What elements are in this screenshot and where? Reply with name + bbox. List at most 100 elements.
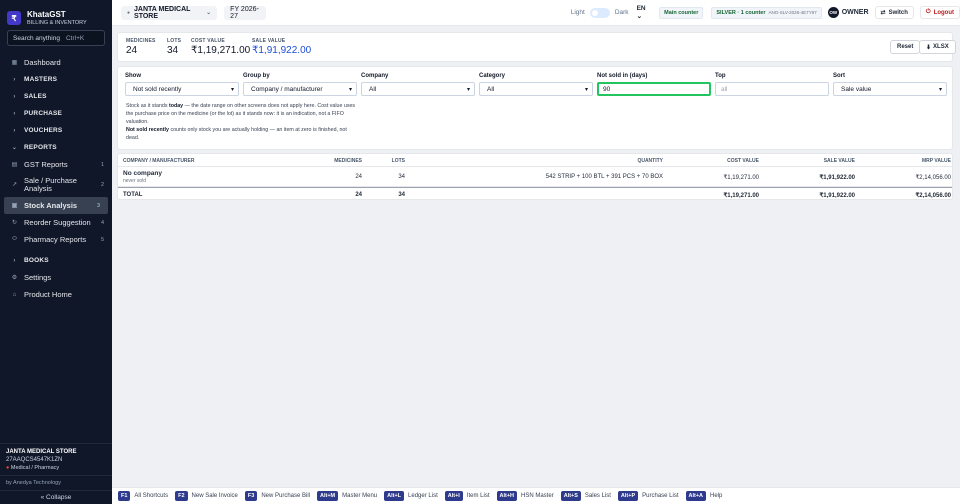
sidebar-item-pharmacy-reports[interactable]: ⬭ Pharmacy Reports 5 xyxy=(0,231,112,248)
sidebar-item-stock-analysis[interactable]: ▣ Stock Analysis 3 xyxy=(4,197,108,214)
grid-icon: ▦ xyxy=(11,60,18,66)
rupee-logo-icon: ₹ xyxy=(7,11,21,25)
select-value: Sale value xyxy=(841,85,872,93)
sidebar-item-product-home[interactable]: ⌂ Product Home xyxy=(0,286,112,303)
chevron-down-icon: ▾ xyxy=(466,86,470,93)
medicines-cell: 24 xyxy=(355,174,362,180)
sidebar-section-books[interactable]: › BOOKS xyxy=(0,252,112,269)
shortcut-key: Alt+H xyxy=(496,491,518,501)
sidebar-item-label: REPORTS xyxy=(24,144,57,151)
sidebar-item-gst-reports[interactable]: ▤ GST Reports 1 xyxy=(0,156,112,173)
sort-select[interactable]: Sale value ▾ xyxy=(833,82,947,96)
shortcut-new-sale-invoice[interactable]: F2 New Sale Invoice xyxy=(175,491,238,501)
column-header[interactable]: MEDICINES xyxy=(334,158,362,164)
document-icon: ▤ xyxy=(11,162,18,168)
help-text-part: Stock as it stands xyxy=(126,103,169,109)
reset-button[interactable]: Reset xyxy=(890,40,921,54)
column-header[interactable]: COMPANY / MANUFACTURER xyxy=(123,158,194,164)
stat-label: SALE VALUE xyxy=(252,38,286,44)
sidebar-item-settings[interactable]: ⚙ Settings xyxy=(0,269,112,286)
switch-button[interactable]: ⇄ Switch xyxy=(874,6,914,19)
total-sale: ₹1,91,922.00 xyxy=(819,192,855,199)
stat-value: 24 xyxy=(126,45,138,56)
collapse-button[interactable]: « Collapse xyxy=(0,490,112,504)
select-value: Not sold recently xyxy=(133,85,182,93)
shortcut-ledger-list[interactable]: Alt+L Ledger List xyxy=(384,491,438,501)
search-placeholder: Search anything xyxy=(13,34,60,42)
dot-icon: ● xyxy=(127,9,131,16)
sidebar-nav: ▦ Dashboard › MASTERS › SALES › PURCHASE… xyxy=(0,54,112,303)
sidebar-footer: JANTA MEDICAL STORE 27AAQCS4547K1ZN ● Me… xyxy=(0,443,112,504)
sidebar-item-label: Stock Analysis xyxy=(24,201,78,210)
search-input[interactable]: Search anything Ctrl+K xyxy=(7,30,105,46)
shortcut-purchase-list[interactable]: Alt+P Purchase List xyxy=(617,491,679,501)
sidebar-item-reorder-suggestion[interactable]: ↻ Reorder Suggestion 4 xyxy=(0,214,112,231)
show-select[interactable]: Not sold recently ▾ xyxy=(125,82,239,96)
store-type: Medical / Pharmacy xyxy=(10,465,60,471)
category-select[interactable]: All ▾ xyxy=(479,82,593,96)
table-header: COMPANY / MANUFACTURER MEDICINES LOTS QU… xyxy=(118,154,952,167)
shortcut-label: HSN Master xyxy=(521,493,554,499)
column-header[interactable]: QUANTITY xyxy=(637,158,663,164)
sidebar-section-purchase[interactable]: › PURCHASE xyxy=(0,105,112,122)
sidebar-section-masters[interactable]: › MASTERS xyxy=(0,71,112,88)
language-selector[interactable]: EN ⌄ xyxy=(637,5,652,20)
shortcut-all[interactable]: F1 All Shortcuts xyxy=(118,491,168,501)
shortcut-key: Alt+P xyxy=(617,491,639,501)
filter-label: Show xyxy=(125,73,141,79)
column-header[interactable]: MRP VALUE xyxy=(922,158,951,164)
sidebar-item-dashboard[interactable]: ▦ Dashboard xyxy=(0,54,112,71)
brand[interactable]: ₹ KhataGST BILLING & INVENTORY xyxy=(0,0,112,30)
store-selector-label: JANTA MEDICAL STORE xyxy=(134,5,191,20)
shortcut-key: Alt+M xyxy=(317,491,339,501)
mrp-value-cell: ₹2,14,056.00 xyxy=(915,175,951,181)
shortcut-key: F3 xyxy=(244,491,258,501)
counter-badge[interactable]: Main counter xyxy=(659,6,704,19)
switch-icon: ⇄ xyxy=(880,10,886,16)
user-menu[interactable]: OW OWNER xyxy=(827,7,869,18)
column-header[interactable]: LOTS xyxy=(392,158,405,164)
total-medicines: 24 xyxy=(355,191,362,198)
shortcut-label: All Shortcuts xyxy=(134,493,169,499)
column-header[interactable]: SALE VALUE xyxy=(824,158,855,164)
filter-category: Category All ▾ xyxy=(479,73,593,96)
help-text-emphasis: Not sold recently xyxy=(126,127,169,133)
shortcut-label: Item List xyxy=(466,493,490,499)
power-icon: ⏻ xyxy=(925,9,931,15)
shortcut-sales-list[interactable]: Alt+S Sales List xyxy=(560,491,611,501)
filter-panel: Show Not sold recently ▾ Group by Compan… xyxy=(117,66,953,150)
fy-selector[interactable]: FY 2026-27 xyxy=(224,5,266,20)
shortcut-new-purchase-bill[interactable]: F3 New Purchase Bill xyxy=(244,491,310,501)
shortcut-hsn-master[interactable]: Alt+H HSN Master xyxy=(496,491,554,501)
sale-value-cell: ₹1,91,922.00 xyxy=(819,175,855,181)
sidebar-section-reports[interactable]: ⌄ REPORTS xyxy=(0,139,112,156)
group-by-select[interactable]: Company / manufacturer ▾ xyxy=(243,82,357,96)
chevron-down-icon: ⌄ xyxy=(636,13,643,20)
store-selector[interactable]: ● JANTA MEDICAL STORE ⌄ xyxy=(121,5,218,20)
company-cell: No company never sold xyxy=(123,170,162,184)
sidebar-section-sales[interactable]: › SALES xyxy=(0,88,112,105)
store-info: JANTA MEDICAL STORE 27AAQCS4547K1ZN ● Me… xyxy=(0,443,112,475)
shortcut-key: F1 xyxy=(118,491,131,501)
shortcut-item-list[interactable]: Alt+I Item List xyxy=(444,491,490,501)
chevron-right-icon: › xyxy=(13,127,16,134)
total-lots: 34 xyxy=(398,191,405,198)
sidebar-section-vouchers[interactable]: › VOUCHERS xyxy=(0,122,112,139)
not-sold-days-input[interactable]: 90 xyxy=(597,82,711,96)
top-input[interactable]: all xyxy=(715,82,829,96)
shortcut-key: Alt+A xyxy=(685,491,707,501)
theme-toggle[interactable] xyxy=(589,7,610,18)
table-row[interactable]: No company never sold 24 34 542 STRIP + … xyxy=(118,167,952,187)
export-xlsx-button[interactable]: ⬇ XLSX xyxy=(919,40,956,54)
logout-button[interactable]: ⏻ Logout xyxy=(919,6,960,19)
company-name: No company xyxy=(123,170,163,177)
filter-sort: Sort Sale value ▾ xyxy=(833,73,947,96)
column-header[interactable]: COST VALUE xyxy=(727,158,759,164)
shortcut-key: Alt+I xyxy=(444,491,463,501)
total-label: TOTAL xyxy=(123,191,143,198)
shortcut-master-menu[interactable]: Alt+M Master Menu xyxy=(317,491,377,501)
sidebar-item-sale-purchase-analysis[interactable]: ↗ Sale / Purchase Analysis 2 xyxy=(0,173,112,197)
chevron-down-icon: ▾ xyxy=(938,86,942,93)
company-select[interactable]: All ▾ xyxy=(361,82,475,96)
shortcut-help[interactable]: Alt+A Help xyxy=(685,491,722,501)
